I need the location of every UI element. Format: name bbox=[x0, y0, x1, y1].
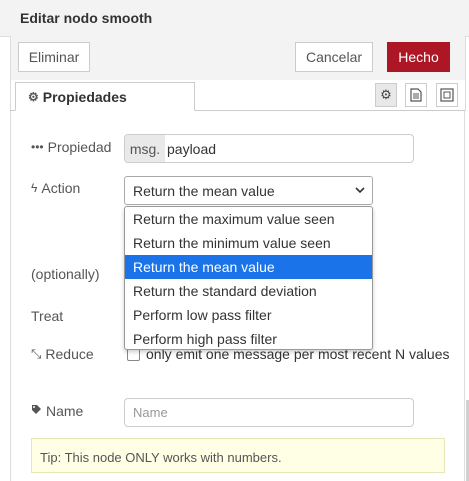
dropdown-option[interactable]: Return the maximum value seen bbox=[125, 207, 372, 231]
action-select[interactable]: Return the mean value bbox=[124, 176, 373, 205]
name-input[interactable] bbox=[124, 398, 414, 427]
optionally-label: (optionally) bbox=[31, 266, 100, 282]
property-label: ••• Propiedad bbox=[31, 139, 111, 155]
delete-button[interactable]: Eliminar bbox=[18, 42, 90, 72]
gear-icon: ⚙ bbox=[28, 89, 39, 104]
ellipsis-icon: ••• bbox=[31, 140, 44, 154]
appearance-tab-button[interactable] bbox=[436, 83, 458, 107]
property-type-prefix[interactable]: msg. bbox=[125, 135, 165, 162]
dropdown-option[interactable]: Perform low pass filter bbox=[125, 303, 372, 327]
reduce-label-text: Reduce bbox=[45, 346, 94, 362]
dialog-title: Editar nodo smooth bbox=[20, 10, 153, 26]
dropdown-option[interactable]: Return the minimum value seen bbox=[125, 231, 372, 255]
dropdown-option-selected[interactable]: Return the mean value bbox=[125, 255, 372, 279]
dropdown-option[interactable]: Perform high pass filter bbox=[125, 327, 372, 349]
content-border-right bbox=[464, 111, 465, 481]
description-tab-button[interactable] bbox=[405, 83, 427, 107]
action-dropdown-list: Return the maximum value seen Return the… bbox=[124, 206, 373, 350]
action-label-text: Action bbox=[41, 180, 81, 196]
cancel-button[interactable]: Cancelar bbox=[295, 42, 373, 72]
bolt-icon: ϟ bbox=[31, 181, 38, 195]
tab-properties-label: Propiedades bbox=[42, 88, 127, 105]
property-label-text: Propiedad bbox=[47, 139, 112, 155]
property-typed-input[interactable]: msg. payload bbox=[124, 134, 414, 163]
treat-label: Treat bbox=[31, 308, 64, 324]
chevron-down-icon bbox=[355, 187, 365, 194]
name-label: Name bbox=[31, 403, 83, 419]
content-border-left bbox=[10, 111, 11, 481]
reduce-label: ⤡ Reduce bbox=[31, 346, 94, 362]
done-button[interactable]: Hecho bbox=[387, 42, 450, 72]
name-label-text: Name bbox=[46, 403, 84, 419]
tab-properties[interactable]: ⚙ Propiedades bbox=[15, 82, 195, 111]
action-label: ϟ Action bbox=[31, 180, 80, 196]
property-value[interactable]: payload bbox=[167, 141, 216, 157]
appearance-icon bbox=[440, 88, 454, 102]
settings-tab-button[interactable]: ⚙ bbox=[375, 83, 397, 107]
action-selected-value: Return the mean value bbox=[133, 182, 275, 199]
compress-icon: ⤡ bbox=[31, 346, 42, 361]
gear-icon: ⚙ bbox=[380, 87, 392, 102]
tag-icon bbox=[31, 404, 42, 418]
document-icon bbox=[410, 88, 422, 102]
dialog-header: Editar nodo smooth bbox=[0, 0, 469, 37]
dropdown-option[interactable]: Return the standard deviation bbox=[125, 279, 372, 303]
tip-box: Tip: This node ONLY works with numbers. bbox=[31, 438, 445, 473]
